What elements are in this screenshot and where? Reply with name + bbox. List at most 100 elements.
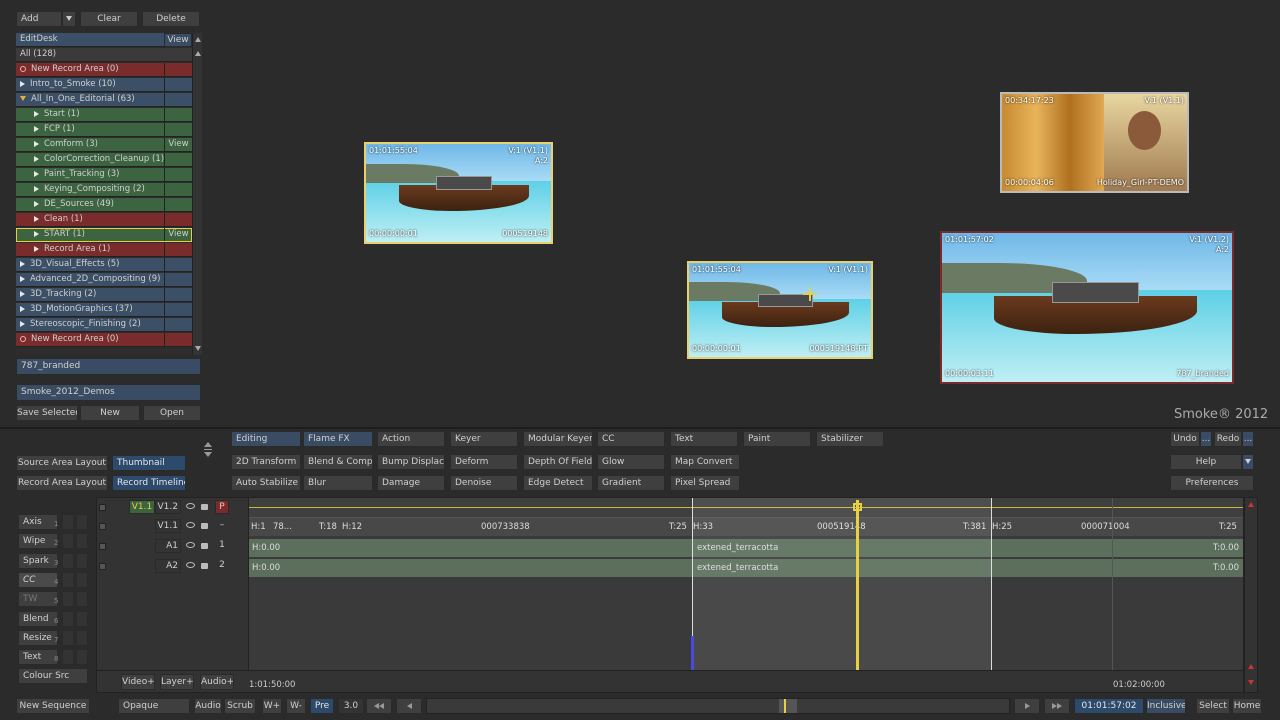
fx-button[interactable]: Stabilizer [816, 431, 884, 447]
fx-button[interactable]: Pixel Spread [670, 475, 740, 491]
new-button[interactable]: New [80, 405, 140, 421]
fx-button[interactable]: Damage [377, 475, 445, 491]
side-tool-slot[interactable] [76, 571, 88, 588]
fx-button[interactable]: Text [670, 431, 738, 447]
lock-icon[interactable] [201, 543, 208, 549]
side-tool-slot[interactable] [76, 610, 88, 627]
desk-tree-item[interactable]: All_In_One_Editorial (63) [16, 93, 192, 107]
desk-tree-item-view[interactable] [164, 213, 192, 226]
zoom-in-button[interactable]: W+ [262, 698, 282, 714]
fx-button[interactable]: Blend & Comp [303, 454, 373, 470]
fx-button[interactable]: CC [597, 431, 665, 447]
audio-toggle[interactable]: Audio [194, 698, 222, 714]
library-787-branded[interactable]: 787_branded [16, 358, 201, 375]
add-video-button[interactable]: Video+ [121, 674, 155, 690]
selection-region[interactable] [692, 498, 992, 670]
expand-arrow-icon[interactable] [34, 125, 39, 132]
record-timeline-button[interactable]: Record Timeline [112, 475, 186, 491]
desk-tree-item[interactable]: DE_Sources (49) [16, 198, 192, 212]
track-patch[interactable]: 2 [215, 559, 229, 573]
desk-tree-item[interactable]: Paint_Tracking (3) [16, 168, 192, 182]
side-tool-button[interactable]: Axis [18, 514, 58, 530]
expand-arrow-icon[interactable] [34, 170, 39, 177]
preferences-button[interactable]: Preferences [1170, 475, 1254, 491]
zoom-out-button[interactable]: W- [286, 698, 306, 714]
add-audio-button[interactable]: Audio+ [200, 674, 234, 690]
desk-tree-item-view[interactable]: View [164, 228, 192, 241]
circle-icon[interactable] [20, 65, 26, 72]
fx-button[interactable]: Denoise [450, 475, 518, 491]
side-tool-slot[interactable] [62, 629, 74, 646]
track-name-primary[interactable]: V1.1 [129, 500, 155, 514]
side-tool-slot[interactable] [62, 571, 74, 588]
desk-tree-item-view[interactable] [164, 288, 192, 301]
side-tool-button[interactable]: Text [18, 649, 58, 666]
undo-more-button[interactable]: ... [1200, 431, 1212, 447]
desk-tree-item-view[interactable] [164, 93, 192, 106]
clip-thumbnail-1[interactable]: 01:01:55:04 V:1 (V1.1) A:2 00:00:00:01 0… [364, 142, 553, 244]
desk-tree-item-view[interactable] [164, 183, 192, 196]
lock-icon[interactable] [201, 523, 208, 529]
track-patch[interactable]: P [215, 500, 229, 514]
track-name[interactable]: V1.1 [155, 519, 181, 533]
side-tool-button[interactable]: Wipe [18, 533, 58, 550]
expand-arrow-icon[interactable] [34, 110, 39, 117]
fx-button[interactable]: Auto Stabilize [231, 475, 301, 491]
inclusive-toggle[interactable]: Inclusive [1146, 698, 1186, 714]
open-button[interactable]: Open [143, 405, 201, 421]
speaker-icon[interactable] [186, 562, 195, 568]
track-checkbox[interactable] [99, 543, 106, 550]
undo-button[interactable]: Undo [1170, 431, 1200, 447]
in-marker[interactable] [691, 636, 694, 670]
pre-toggle[interactable]: Pre [310, 698, 334, 714]
scrub-toggle[interactable]: Scrub [224, 698, 256, 714]
expand-arrow-icon[interactable] [34, 185, 39, 192]
desk-tree-item[interactable]: New Record Area (0) [16, 63, 192, 77]
desk-tree-item[interactable]: FCP (1) [16, 123, 192, 137]
add-dropdown-arrow[interactable] [62, 11, 76, 27]
fx-button[interactable]: Deform [450, 454, 518, 470]
expand-arrow-icon[interactable] [34, 155, 39, 162]
desk-tree-item-view[interactable] [164, 303, 192, 316]
expand-arrow-icon[interactable] [34, 200, 39, 207]
fx-button[interactable]: Glow [597, 454, 665, 470]
source-area-layout-button[interactable]: Source Area Layout [16, 455, 108, 471]
expand-arrow-icon[interactable] [20, 305, 25, 312]
desk-tree-item-view[interactable]: View [164, 138, 192, 151]
desk-tree-item[interactable]: Record Area (1) [16, 243, 192, 257]
select-button[interactable]: Select [1196, 698, 1230, 714]
track-name[interactable]: A1 [155, 539, 181, 553]
record-area-layout-button[interactable]: Record Area Layout [16, 475, 108, 491]
panel-resize-handle[interactable] [202, 442, 214, 458]
desk-tree-item[interactable]: ColorCorrection_Cleanup (1) [16, 153, 192, 167]
desk-tree-item[interactable]: START (1) View [16, 228, 192, 242]
desk-tree-item-view[interactable] [164, 243, 192, 256]
side-tool-button[interactable]: CC [18, 571, 58, 588]
fx-button[interactable]: Bump Displace [377, 454, 445, 470]
eye-icon[interactable] [186, 522, 195, 528]
side-tool-slot[interactable] [62, 514, 74, 530]
eye-icon[interactable] [186, 503, 195, 509]
desk-tree-item-view[interactable] [164, 168, 192, 181]
desk-tree-item-view[interactable] [164, 78, 192, 91]
library-smoke-demos[interactable]: Smoke_2012_Demos [16, 384, 201, 401]
go-to-end-button[interactable] [1044, 698, 1070, 714]
desk-tree-item-view[interactable] [164, 258, 192, 271]
expand-arrow-icon[interactable] [20, 80, 25, 87]
side-tool-slot[interactable] [76, 533, 88, 550]
redo-button[interactable]: Redo [1214, 431, 1242, 447]
fx-button[interactable]: Gradient [597, 475, 665, 491]
desk-tree-item[interactable]: Keying_Compositing (2) [16, 183, 192, 197]
fx-button[interactable]: Paint [743, 431, 811, 447]
side-tool-slot[interactable] [76, 629, 88, 646]
save-selected-button[interactable]: Save Selected [16, 405, 78, 421]
track-patch[interactable]: 1 [215, 539, 229, 553]
desk-tree-item[interactable]: Start (1) [16, 108, 192, 122]
fx-button[interactable]: Map Convert [670, 454, 740, 470]
side-tool-slot[interactable] [62, 649, 74, 666]
desk-tree-item-view[interactable] [164, 108, 192, 121]
fx-button[interactable]: Edge Detect [523, 475, 593, 491]
side-tool-slot[interactable] [76, 591, 88, 608]
side-tool-button[interactable]: Spark [18, 552, 58, 569]
timecode-field[interactable]: 01:01:57:02 [1074, 698, 1144, 714]
